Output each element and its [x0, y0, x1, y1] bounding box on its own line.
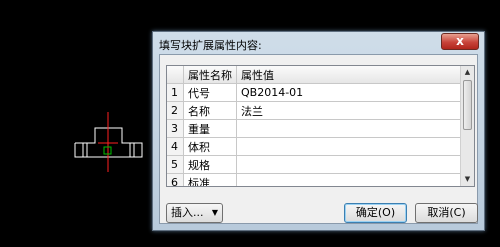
- row-number: 2: [167, 101, 184, 120]
- header-attribute-name[interactable]: 属性名称: [183, 66, 237, 84]
- table-row[interactable]: 1 代号 QB2014-01: [167, 83, 461, 102]
- vertical-scrollbar[interactable]: ▲ ▼: [460, 66, 474, 186]
- row-number: 3: [167, 119, 184, 138]
- row-number: 5: [167, 155, 184, 174]
- attribute-name-cell[interactable]: 标准: [183, 173, 237, 186]
- table-row[interactable]: 3 重量: [167, 119, 461, 138]
- close-icon: x: [456, 34, 464, 48]
- scroll-thumb[interactable]: [463, 80, 472, 130]
- attribute-name-cell[interactable]: 名称: [183, 101, 237, 120]
- attribute-name-cell[interactable]: 体积: [183, 137, 237, 156]
- close-button[interactable]: x: [441, 33, 479, 50]
- attribute-value-cell[interactable]: [236, 155, 461, 174]
- attribute-grid[interactable]: 属性名称 属性值 1 代号 QB2014-01 2 名称 法兰 3 重量 4 体…: [166, 65, 475, 187]
- table-row[interactable]: 5 规格: [167, 155, 461, 174]
- attribute-value-cell[interactable]: QB2014-01: [236, 83, 461, 102]
- table-row[interactable]: 2 名称 法兰: [167, 101, 461, 120]
- insert-dropdown-button[interactable]: 插入... ▼: [166, 203, 223, 223]
- attribute-name-cell[interactable]: 规格: [183, 155, 237, 174]
- dropdown-arrow-icon: ▼: [211, 208, 218, 217]
- cad-drawing-area[interactable]: [0, 0, 150, 244]
- attribute-name-cell[interactable]: 重量: [183, 119, 237, 138]
- header-rownum: [167, 66, 184, 84]
- attribute-value-cell[interactable]: 法兰: [236, 101, 461, 120]
- table-row[interactable]: 6 标准: [167, 173, 461, 186]
- attribute-value-cell[interactable]: [236, 173, 461, 186]
- scroll-up-icon[interactable]: ▲: [461, 66, 474, 79]
- dialog-body: 属性名称 属性值 1 代号 QB2014-01 2 名称 法兰 3 重量 4 体…: [159, 54, 478, 224]
- attribute-name-cell[interactable]: 代号: [183, 83, 237, 102]
- header-attribute-value[interactable]: 属性值: [236, 66, 461, 84]
- grid-header-row: 属性名称 属性值: [167, 66, 461, 84]
- row-number: 6: [167, 173, 184, 186]
- ok-button[interactable]: 确定(O): [344, 203, 407, 223]
- cancel-button[interactable]: 取消(C): [415, 203, 478, 223]
- row-number: 4: [167, 137, 184, 156]
- scroll-down-icon[interactable]: ▼: [461, 173, 474, 186]
- title-bar[interactable]: 填写块扩展属性内容: x: [153, 32, 484, 54]
- flange-drawing: [74, 112, 143, 172]
- attribute-table: 属性名称 属性值 1 代号 QB2014-01 2 名称 法兰 3 重量 4 体…: [167, 66, 461, 186]
- insert-button-label: 插入...: [171, 206, 204, 219]
- table-row[interactable]: 4 体积: [167, 137, 461, 156]
- row-number: 1: [167, 83, 184, 102]
- attribute-value-cell[interactable]: [236, 137, 461, 156]
- attribute-value-cell[interactable]: [236, 119, 461, 138]
- block-attribute-dialog: 填写块扩展属性内容: x 属性名称 属性值 1 代号 QB2014-01 2 名…: [152, 31, 485, 231]
- dialog-title: 填写块扩展属性内容:: [159, 39, 262, 52]
